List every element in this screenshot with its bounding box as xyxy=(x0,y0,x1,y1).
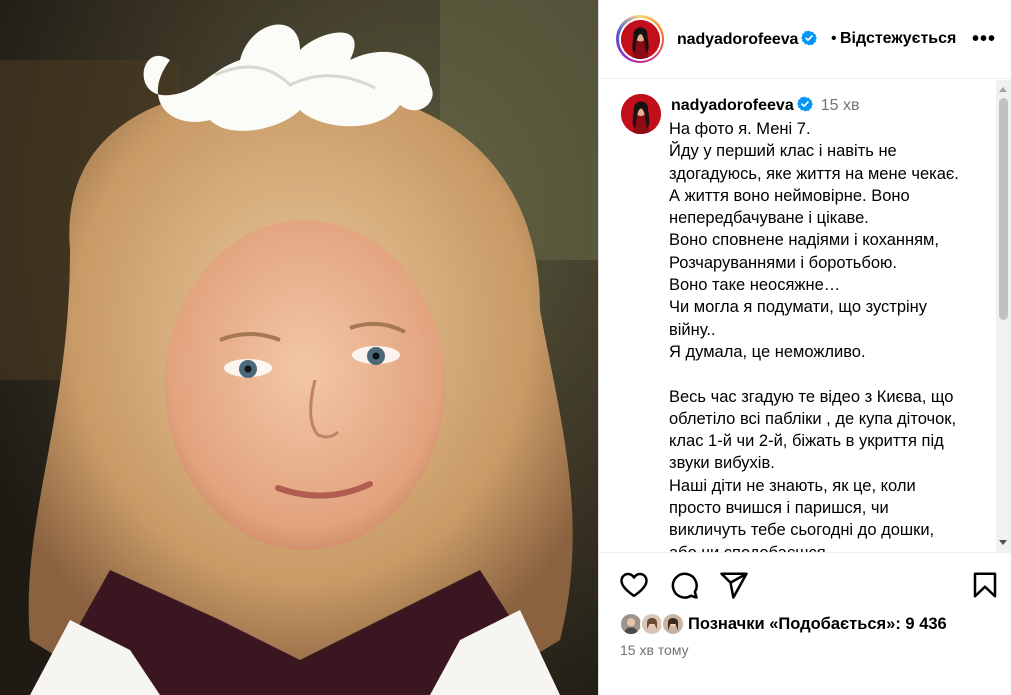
caption-line: просто вчишся і паришся, чи xyxy=(669,499,889,518)
story-ring[interactable] xyxy=(616,15,664,63)
caption-line: А життя воно неймовірне. Воно xyxy=(669,186,910,205)
scroll-down-arrow-icon[interactable] xyxy=(999,540,1007,545)
post-actions: Позначки «Подобається»: 9 436 15 хв тому xyxy=(599,552,1011,695)
post-timestamp[interactable]: 15 хв тому xyxy=(620,642,689,658)
caption-section: nadyadorofeeva 15 хв На фото я. Мені 7. Й… xyxy=(599,80,1011,552)
header-username[interactable]: nadyadorofeeva xyxy=(677,31,798,48)
scroll-thumb[interactable] xyxy=(999,98,1008,320)
likes-count[interactable]: Позначки «Подобається»: 9 436 xyxy=(688,615,947,634)
caption-line: звуки вибухів. xyxy=(669,454,775,473)
caption-header: nadyadorofeeva 15 хв xyxy=(671,96,859,115)
following-button[interactable]: Відстежується xyxy=(840,30,956,48)
comment-icon[interactable] xyxy=(669,570,699,600)
header-separator: • xyxy=(831,30,837,47)
caption-line: або чи сподобаєшся... xyxy=(669,542,987,552)
post-sidebar: nadyadorofeeva • Відстежується ••• nadya… xyxy=(598,0,1011,695)
bookmark-icon[interactable] xyxy=(970,570,1000,600)
verified-badge-icon xyxy=(796,96,813,112)
send-icon[interactable] xyxy=(719,570,749,600)
post-photo[interactable] xyxy=(0,0,598,695)
verified-badge-icon xyxy=(801,30,818,46)
caption-line: клас 1-й чи 2-й, біжать в укриття під xyxy=(669,432,944,451)
caption-line: Наші діти не знають, як це, коли xyxy=(669,476,916,495)
liked-by-avatars[interactable] xyxy=(619,612,689,638)
caption-line: війну.. xyxy=(669,320,716,339)
caption-username[interactable]: nadyadorofeeva xyxy=(671,97,794,114)
heart-icon[interactable] xyxy=(619,570,649,600)
caption-scrollbar[interactable] xyxy=(996,80,1011,552)
caption-time: 15 хв xyxy=(820,97,860,114)
caption-line: викличуть тебе сьогодні до дошки, xyxy=(669,521,935,540)
caption-line: Розчаруваннями і боротьбою. xyxy=(669,253,897,272)
photo-image xyxy=(0,0,598,695)
caption-line: облетіло всі пабліки , де купа діточок, xyxy=(669,409,957,428)
caption-line: Йду у перший клас і навіть не xyxy=(669,142,897,161)
caption-line: Чи могла я подумати, що зустріну xyxy=(669,298,928,317)
caption-line: непередбачуване і цікаве. xyxy=(669,209,869,228)
liker-avatar xyxy=(661,612,685,636)
caption-avatar[interactable] xyxy=(621,94,661,134)
caption-line: Воно таке неосяжне… xyxy=(669,276,841,295)
caption-line: Весь час згадую те відео з Києва, що xyxy=(669,387,954,406)
more-options-icon[interactable]: ••• xyxy=(972,28,996,51)
scroll-up-arrow-icon[interactable] xyxy=(999,87,1007,92)
post-header: nadyadorofeeva • Відстежується ••• xyxy=(599,0,1011,79)
header-username-wrap[interactable]: nadyadorofeeva xyxy=(677,30,818,49)
caption-text: На фото я. Мені 7. Йду у перший клас і на… xyxy=(669,118,987,552)
caption-line: здогадуюсь, яке життя на мене чекає. xyxy=(669,164,959,183)
avatar xyxy=(620,19,660,59)
caption-line: На фото я. Мені 7. xyxy=(669,120,811,138)
caption-line: Я думала, це неможливо. xyxy=(669,342,866,361)
caption-line: Воно сповнене надіями і коханням, xyxy=(669,231,939,250)
